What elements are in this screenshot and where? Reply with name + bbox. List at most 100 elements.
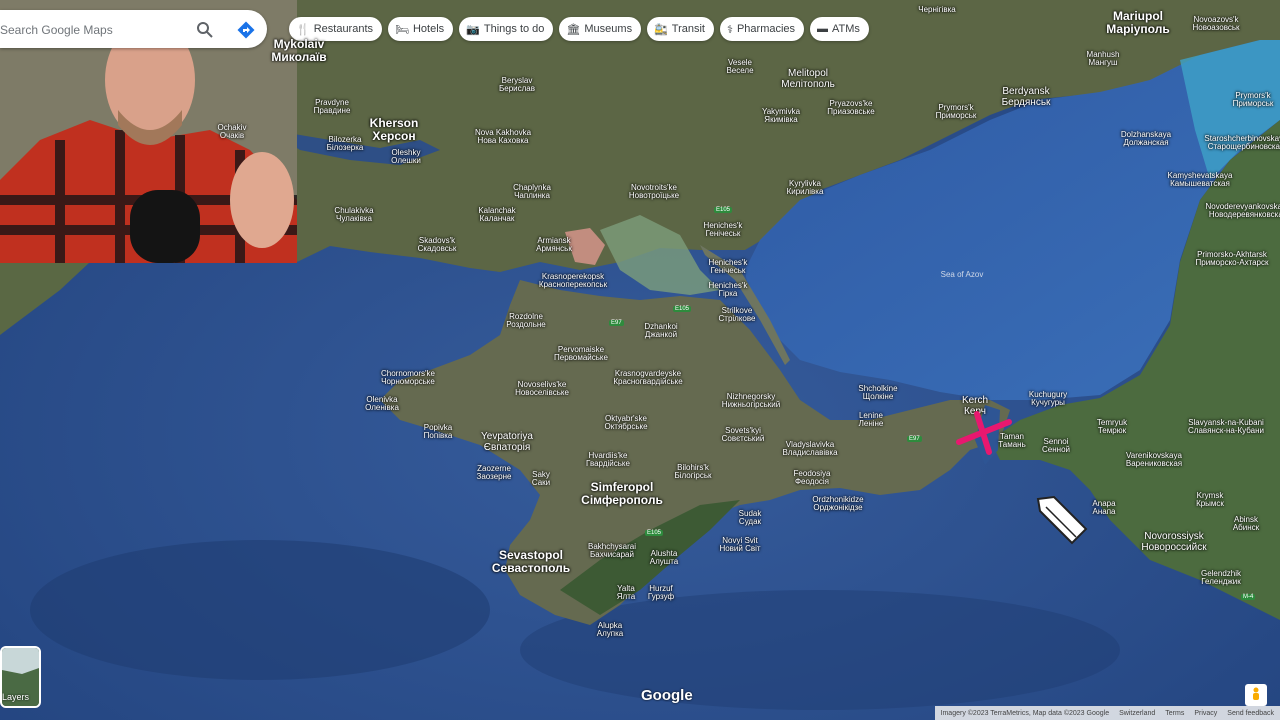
town-label[interactable]: Prymors'k Приморськ — [936, 103, 977, 121]
town-label[interactable]: Alushta Алушта — [650, 549, 678, 567]
town-label[interactable]: Novotroits'ke Новотроїцьке — [629, 183, 679, 201]
town-label[interactable]: Krasnogvardeyske Красногвардійське — [613, 369, 682, 387]
town-label[interactable]: Ordzhonikidze Орджонікідзе — [812, 495, 863, 513]
town-label[interactable]: Olenivka Оленівка — [365, 395, 399, 413]
chip-things-to-do[interactable]: 📷 Things to do — [459, 17, 554, 41]
town-label[interactable]: Nizhnegorsky Нижньогірський — [722, 392, 780, 410]
town-label[interactable]: Heniches'k Гірка — [709, 281, 748, 299]
town-label[interactable]: Popivka Попівка — [424, 423, 453, 441]
town-label[interactable]: Dzhankoi Джанкой — [644, 322, 677, 340]
town-label[interactable]: Nova Kakhovka Нова Каховка — [475, 128, 531, 146]
chip-atms[interactable]: ▬ ATMs — [810, 17, 869, 41]
town-label[interactable]: Beryslav Берислав — [499, 76, 535, 94]
pegman-icon — [1253, 687, 1259, 700]
town-label[interactable]: Rozdolne Роздольне — [506, 312, 545, 330]
town-label[interactable]: Temryuk Темрюк — [1097, 418, 1127, 436]
place-sevastopol[interactable]: Sevastopol Севастополь — [492, 549, 570, 574]
search-icon[interactable] — [196, 21, 214, 39]
town-label[interactable]: NovoderevyankovskayaНоводеревянковская — [1206, 202, 1280, 220]
road-shield: E97 — [609, 320, 624, 326]
layers-button[interactable]: Layers — [0, 646, 41, 708]
town-label[interactable]: Primorsko-Akhtarsk Приморско-Ахтарск — [1196, 250, 1269, 268]
chip-museums[interactable]: 🏛 Museums — [559, 17, 642, 41]
town-label[interactable]: Ochakiv Очаків — [218, 123, 247, 141]
town-label[interactable]: Oleshky Олешки — [391, 148, 421, 166]
place-yevpatoriya[interactable]: Yevpatoriya Євпаторія — [481, 431, 533, 453]
place-kherson[interactable]: Kherson Херсон — [370, 117, 419, 142]
town-label[interactable]: Чернігівка — [918, 5, 956, 14]
town-label[interactable]: Chaplynka Чаплинка — [513, 183, 551, 201]
directions-icon[interactable] — [236, 20, 256, 40]
town-label[interactable]: Yakymivka Якимівка — [762, 107, 800, 125]
town-label[interactable]: Pravdyne Правдине — [314, 98, 351, 116]
road-shield: E105 — [645, 530, 664, 536]
town-label[interactable]: Zaozerne Заозерне — [477, 464, 512, 482]
town-label[interactable]: Vladyslavivka Владиславівка — [782, 440, 837, 458]
town-label[interactable]: Vesele Веселе — [726, 58, 753, 76]
town-label[interactable]: Hurzuf Гурзуф — [648, 584, 674, 602]
place-berdyansk[interactable]: Berdyansk Бердянськ — [1002, 86, 1051, 108]
chip-label: Hotels — [412, 23, 445, 35]
town-label[interactable]: Chulakivka Чулаківка — [334, 206, 373, 224]
museum-icon: 🏛 — [566, 23, 581, 36]
town-label[interactable]: Strilkove Стрілкове — [719, 306, 756, 324]
street-view-pegman-icon[interactable] — [1245, 684, 1267, 706]
town-label[interactable]: Anapa Анапа — [1092, 499, 1115, 517]
chip-pharmacies[interactable]: ⚕ Pharmacies — [720, 17, 805, 41]
town-label[interactable]: Yalta Ялта — [617, 584, 635, 602]
chip-transit[interactable]: 🚉 Transit — [647, 17, 714, 41]
town-label[interactable]: Chornomors'ke Чорноморське — [381, 369, 435, 387]
town-label[interactable]: Saky Саки — [532, 470, 550, 488]
town-label[interactable]: Skadovs'k Скадовськ — [418, 236, 457, 254]
town-label[interactable]: Varenikovskaya Варениковская — [1126, 451, 1182, 469]
place-mariupol[interactable]: Mariupol Маріуполь — [1106, 10, 1169, 35]
town-label[interactable]: Pervomaiske Первомайське — [554, 345, 608, 363]
chip-hotels[interactable]: 🛏 Hotels — [388, 17, 454, 41]
town-label[interactable]: Kalanchak Каланчак — [478, 206, 515, 224]
town-label[interactable]: Bilozerka Білозерка — [327, 135, 364, 153]
town-label[interactable]: Alupka Алупка — [597, 621, 623, 639]
town-label[interactable]: Bakhchysarai Бахчисарай — [588, 542, 636, 560]
town-label[interactable]: Kyrylivka Кирилівка — [787, 179, 824, 197]
town-label[interactable]: Krasnoperekopsk Красноперекопськ — [539, 272, 607, 290]
town-label[interactable]: Bilohirs'k Білогірськ — [674, 463, 711, 481]
region-link[interactable]: Switzerland — [1119, 710, 1155, 717]
camera-icon: 📷 — [466, 23, 480, 36]
town-label[interactable]: Novoazovs'k Новоазовськ — [1192, 15, 1239, 33]
town-label[interactable]: Heniches'k Генічеськ — [704, 221, 743, 239]
town-label[interactable]: Pryazovs'ke Приазовське — [827, 99, 874, 117]
attribution-text: Imagery ©2023 TerraMetrics, Map data ©20… — [940, 709, 1110, 717]
place-novorossiysk[interactable]: Novorossiysk Новороссийск — [1141, 531, 1206, 553]
place-mykolaiv[interactable]: Mykolaiv Миколаїв — [271, 38, 326, 63]
place-melitopol[interactable]: Melitopol Мелітополь — [781, 68, 835, 90]
town-label[interactable]: Feodosiya Феодосія — [794, 469, 831, 487]
town-label[interactable]: Gelendzhik Геленджик — [1201, 569, 1241, 587]
town-label[interactable]: Slavyansk-na-Kubani Славянск-на-Кубани — [1188, 418, 1264, 436]
privacy-link[interactable]: Privacy — [1194, 710, 1217, 717]
town-label[interactable]: Sudak Судак — [739, 509, 762, 527]
town-label[interactable]: Hvardiis'ke Гвардійське — [586, 451, 630, 469]
search-input[interactable] — [0, 10, 192, 50]
terms-link[interactable]: Terms — [1165, 710, 1184, 717]
town-label[interactable]: Prymors'k Приморськ — [1233, 91, 1274, 109]
town-label[interactable]: Sennoi Сенной — [1042, 437, 1070, 455]
town-label[interactable]: Krymsk Крымск — [1196, 491, 1224, 509]
chip-label: ATMs — [832, 23, 860, 35]
town-label[interactable]: Oktyabr'ske Октябрське — [604, 414, 647, 432]
send-feedback-link[interactable]: Send feedback — [1227, 710, 1274, 717]
town-label[interactable]: Staroshcherbinovskaya Старощербиновская — [1204, 134, 1280, 152]
town-label[interactable]: Heniches'k Генічеськ — [709, 258, 748, 276]
town-label[interactable]: Manhush Мангуш — [1087, 50, 1120, 68]
town-label[interactable]: Dolzhanskaya Должанская — [1121, 130, 1171, 148]
chip-label: Museums — [584, 23, 633, 35]
town-label[interactable]: Shcholkine Щолкіне — [858, 384, 897, 402]
town-label[interactable]: Armiansk Армянськ — [536, 236, 572, 254]
town-label[interactable]: Novoselivs'ke Новоселівське — [515, 380, 569, 398]
town-label[interactable]: Kuchugury Кучугуры — [1029, 390, 1067, 408]
town-label[interactable]: Sovets'kyi Совєтський — [722, 426, 765, 444]
place-simferopol[interactable]: Simferopol Сімферополь — [581, 481, 663, 506]
town-label[interactable]: Kamyshevatskaya Камышеватская — [1168, 171, 1233, 189]
town-label[interactable]: Abinsk Абинск — [1233, 515, 1259, 533]
town-label[interactable]: Novyi Svit Новий Світ — [719, 536, 760, 554]
town-label[interactable]: Lenine Леніне — [859, 411, 884, 429]
